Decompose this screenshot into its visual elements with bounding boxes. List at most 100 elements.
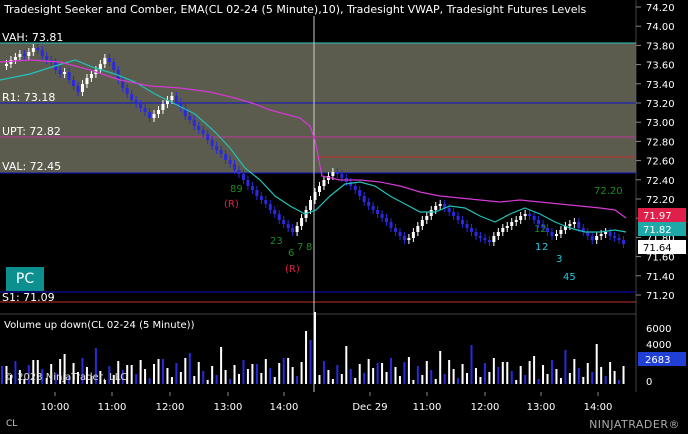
volume-bar	[609, 362, 612, 384]
val-label: VAL: 72.45	[2, 160, 61, 173]
volume-bar	[349, 369, 352, 384]
volume-bar	[381, 363, 384, 384]
seeker-count: 6	[288, 248, 294, 259]
candle-body	[210, 140, 214, 146]
volume-bar	[461, 364, 464, 384]
price-badge-label: 71.82	[643, 225, 672, 236]
candle-body	[470, 228, 473, 232]
candle-body	[188, 116, 192, 120]
volume-bar	[367, 359, 370, 384]
chart-canvas[interactable]: (R) (R) 89 23 6 7 8 72.20 12 1 2 3 45 VA…	[0, 0, 688, 434]
candle-body	[206, 134, 210, 140]
volume-bar	[430, 370, 433, 384]
time-tick-label: 13:00	[214, 402, 243, 413]
volume-bar	[363, 373, 366, 384]
candle-body	[331, 172, 335, 176]
seeker-count: 12	[534, 224, 547, 235]
volume-bar	[148, 378, 151, 384]
time-tick-label: 13:00	[527, 402, 556, 413]
volume-bar	[385, 372, 388, 384]
volume-bar	[573, 359, 576, 384]
candle-body	[416, 226, 420, 232]
candle-body	[152, 114, 156, 118]
candle-body	[233, 164, 237, 170]
candle-body	[559, 230, 563, 234]
price-badge-label: 71.64	[643, 243, 672, 254]
volume-bar	[153, 364, 156, 384]
candle-body	[523, 214, 527, 216]
volume-bar	[474, 368, 477, 384]
candle-body	[528, 214, 532, 216]
candle-body	[456, 216, 460, 220]
volume-bar	[305, 331, 308, 384]
candle-body	[18, 54, 22, 57]
candle-body	[402, 236, 406, 240]
volume-bar	[524, 375, 527, 384]
candle-body	[192, 120, 196, 126]
candle-body	[505, 226, 509, 228]
candle-body	[452, 212, 456, 216]
time-tick-label: 11:00	[413, 402, 442, 413]
candle-body	[215, 146, 219, 150]
candle-body	[197, 126, 201, 130]
candle-body	[246, 180, 250, 186]
price-tick-label: 72.40	[646, 176, 675, 187]
price-axis: 74.20 74.00 73.80 73.60 73.40 73.20 73.00 72.80…	[636, 3, 675, 302]
candle-body	[483, 238, 487, 240]
candle-body	[335, 172, 339, 174]
volume-bar	[358, 364, 361, 384]
candle-body	[604, 232, 608, 234]
instrument-label: CL	[6, 419, 18, 429]
candle-body	[112, 62, 116, 70]
candle-body	[514, 220, 518, 222]
volume-bar	[407, 357, 410, 384]
volume-bar	[394, 367, 397, 384]
volume-bar	[390, 358, 393, 384]
candle-body	[103, 58, 107, 64]
volume-bar	[242, 360, 245, 384]
volume-bar	[260, 373, 263, 384]
candle-body	[76, 86, 80, 92]
candle-body	[295, 226, 299, 232]
resistance-signal: (R)	[285, 264, 300, 275]
candle-body	[58, 70, 62, 74]
pc-button[interactable]: PC	[6, 267, 44, 291]
candle-body	[309, 200, 313, 210]
candle-body	[411, 232, 415, 238]
volume-bar	[264, 359, 267, 384]
candle-body	[393, 228, 397, 232]
volume-bar	[184, 358, 187, 384]
ninjatrader-logo: NINJATRADER®	[589, 418, 680, 431]
candle-body	[487, 240, 491, 242]
volume-bar	[376, 363, 379, 384]
candle-body	[259, 196, 263, 200]
candle-body	[420, 220, 424, 226]
time-tick-label: 14:00	[584, 402, 613, 413]
candle-body	[174, 96, 178, 102]
candle-body	[273, 210, 277, 214]
vah-label: VAH: 73.81	[2, 31, 63, 44]
price-tick-label: 73.20	[646, 99, 675, 110]
candle-body	[148, 112, 152, 118]
candle-body	[13, 57, 17, 60]
time-tick-label: 14:00	[270, 402, 299, 413]
volume-bar	[443, 374, 446, 384]
volume-bar	[144, 369, 147, 384]
candle-body	[501, 228, 505, 232]
candle-body	[554, 234, 558, 236]
volume-bar	[273, 377, 276, 384]
price-tick-label: 73.00	[646, 118, 675, 129]
volume-bar	[233, 365, 236, 384]
candle-body	[22, 54, 26, 56]
candle-body	[358, 190, 362, 196]
volume-bar	[354, 378, 357, 384]
volume-bar	[237, 374, 240, 384]
volume-bar	[179, 372, 182, 384]
volume-bar	[224, 370, 227, 384]
volume-bar	[318, 375, 321, 384]
candle-body	[438, 204, 442, 206]
volume-axis: 60004000200002683	[638, 324, 686, 388]
seeker-count: 8	[306, 242, 312, 253]
volume-bar	[577, 368, 580, 384]
volume-bar	[448, 360, 451, 384]
